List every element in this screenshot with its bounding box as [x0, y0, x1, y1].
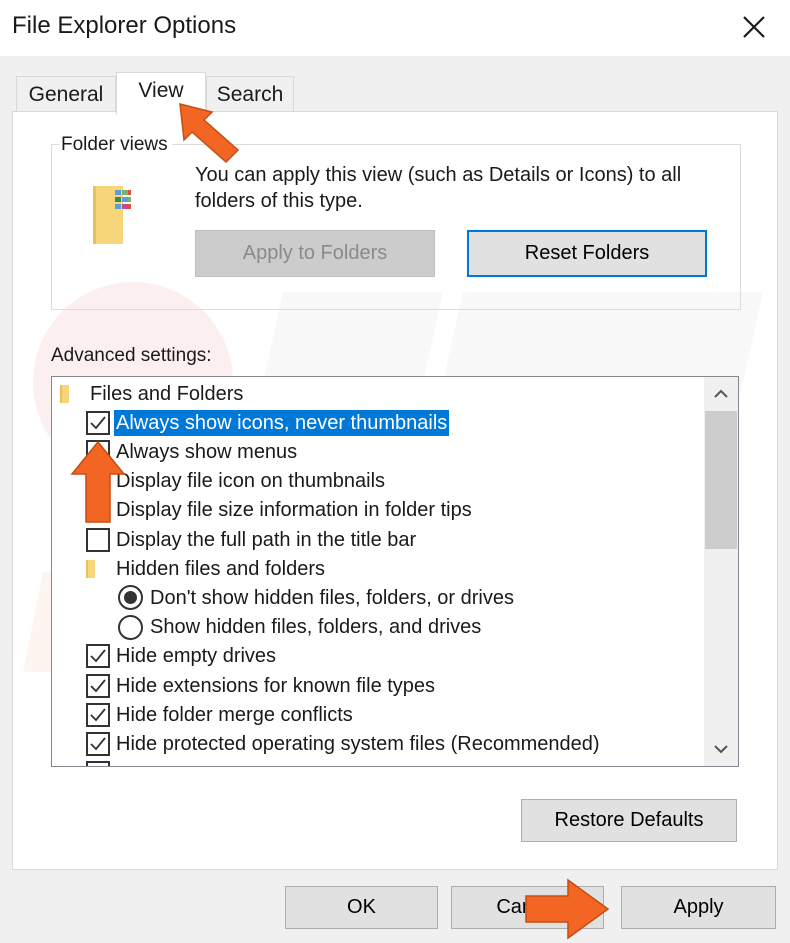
list-item[interactable]: Always show menus: [86, 437, 299, 466]
checkbox[interactable]: [86, 761, 110, 766]
tab-search[interactable]: Search: [206, 76, 294, 112]
button-label: OK: [347, 896, 376, 918]
checkmark-icon: [90, 737, 106, 751]
list-item[interactable]: Show hidden files, folders, and drives: [118, 613, 483, 642]
list-item[interactable]: Hide folder merge conflicts: [86, 700, 355, 729]
list-item-label: Hide extensions for known file types: [116, 674, 436, 697]
list-item-label: Display file size information in folder …: [116, 499, 472, 522]
radio-dot: [124, 591, 137, 605]
list-item-label: Don't show hidden files, folders, or dri…: [150, 586, 514, 609]
list-item[interactable]: Display the full path in the title bar: [86, 525, 418, 554]
list-item[interactable]: Don't show hidden files, folders, or dri…: [118, 583, 516, 612]
restore-defaults-button[interactable]: Restore Defaults: [521, 799, 737, 842]
list-item-label: Files and Folders: [90, 382, 244, 405]
list-item[interactable]: Hide empty drives: [86, 642, 278, 671]
button-label: Apply to Folders: [242, 242, 388, 264]
reset-folders-button[interactable]: Reset Folders: [467, 230, 707, 277]
checkmark-icon: [90, 708, 106, 722]
advanced-settings-label: Advanced settings:: [51, 345, 212, 366]
title-bar: File Explorer Options: [0, 0, 790, 56]
folder-views-icon: [93, 186, 131, 244]
apply-to-folders-button[interactable]: Apply to Folders: [195, 230, 435, 277]
list-item-label: Always show menus: [116, 440, 298, 463]
tab-label: General: [28, 82, 104, 106]
checkbox[interactable]: [86, 410, 110, 435]
checkbox[interactable]: [86, 527, 110, 552]
checkbox[interactable]: [86, 469, 110, 494]
button-label: Cancel: [496, 896, 559, 918]
list-item[interactable]: [86, 759, 118, 766]
chevron-down-icon: [714, 745, 728, 754]
folder-icon: [60, 384, 69, 403]
list-item-label: Show hidden files, folders, and drives: [150, 616, 482, 639]
list-item-label: Always show icons, never thumbnails: [114, 409, 450, 436]
tab-label: Search: [216, 82, 284, 106]
checkbox[interactable]: [86, 498, 110, 523]
cancel-button[interactable]: Cancel: [451, 886, 604, 929]
checkmark-icon: [90, 678, 106, 692]
button-label: Reset Folders: [524, 242, 650, 264]
list-item[interactable]: Display file icon on thumbnails: [86, 467, 387, 496]
scrollbar-thumb[interactable]: [705, 411, 737, 549]
list-item-label: Hide protected operating system files (R…: [116, 732, 600, 755]
tab-general[interactable]: General: [16, 76, 116, 112]
checkbox[interactable]: [86, 644, 110, 669]
tab-label: View: [138, 79, 184, 102]
checkbox[interactable]: [86, 702, 110, 727]
list-item-label: Hide folder merge conflicts: [116, 703, 353, 726]
vertical-scrollbar[interactable]: [704, 377, 738, 766]
scroll-down-button[interactable]: [704, 732, 738, 766]
chevron-up-icon: [714, 389, 728, 398]
button-label: Restore Defaults: [554, 809, 704, 831]
list-item-label: Display file icon on thumbnails: [116, 470, 386, 493]
list-item[interactable]: Hide extensions for known file types: [86, 671, 437, 700]
ok-button[interactable]: OK: [285, 886, 438, 929]
apply-button[interactable]: Apply: [621, 886, 776, 929]
tab-view[interactable]: View: [116, 72, 206, 114]
radio-button[interactable]: [118, 614, 143, 640]
checkbox[interactable]: [86, 731, 110, 756]
list-item: Files and Folders: [60, 379, 245, 408]
checkmark-icon: [90, 649, 106, 663]
list-item-label: Hidden files and folders: [116, 557, 326, 580]
window-title: File Explorer Options: [12, 12, 237, 39]
folder-views-label: Folder views: [59, 134, 172, 156]
scroll-up-button[interactable]: [704, 377, 738, 411]
close-icon: [743, 16, 765, 38]
folder-icon: [86, 559, 95, 578]
checkmark-icon: [90, 416, 106, 430]
close-button[interactable]: [732, 8, 776, 46]
list-item[interactable]: Hide protected operating system files (R…: [86, 729, 602, 758]
list-item-label: Hide empty drives: [116, 645, 277, 668]
folder-views-description: You can apply this view (such as Details…: [195, 164, 682, 212]
checkbox[interactable]: [86, 439, 110, 464]
advanced-settings-list[interactable]: Files and Folders Always show icons, neve…: [51, 376, 739, 767]
list-item-label: Display the full path in the title bar: [116, 528, 417, 551]
list-item: Hidden files and folders: [86, 554, 327, 583]
button-label: Apply: [673, 896, 724, 918]
checkbox[interactable]: [86, 673, 110, 698]
view-tab-panel: Folder views You can apply this view (su…: [12, 111, 778, 870]
list-item[interactable]: Display file size information in folder …: [86, 496, 474, 525]
list-item[interactable]: Always show icons, never thumbnails: [86, 408, 450, 437]
radio-button[interactable]: [118, 585, 143, 611]
